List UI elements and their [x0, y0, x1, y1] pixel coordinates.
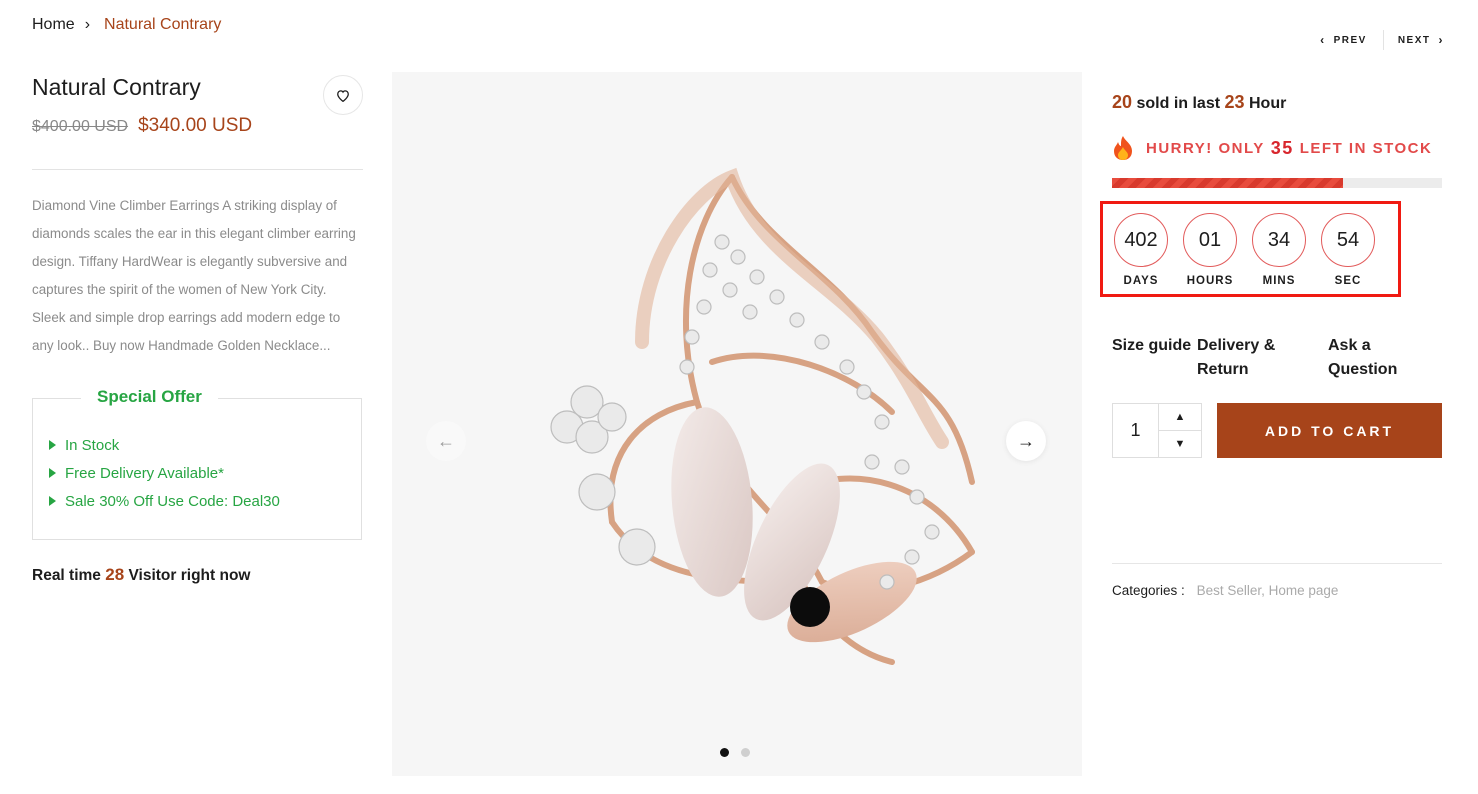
price-block: $400.00 USD $340.00 USD	[32, 115, 363, 137]
ask-question-link[interactable]: Ask a Question	[1328, 334, 1438, 382]
category-link-best-seller[interactable]: Best Seller,	[1197, 583, 1265, 598]
offer-item: Free Delivery Available*	[49, 459, 280, 487]
sale-price: $340.00 USD	[138, 115, 253, 136]
add-to-cart-button[interactable]: ADD TO CART	[1217, 403, 1442, 458]
countdown-value: 01	[1183, 213, 1237, 267]
fire-icon	[1114, 136, 1132, 160]
offer-item-label: In Stock	[65, 436, 120, 454]
divider	[32, 169, 363, 170]
visitors-prefix: Real time	[32, 567, 101, 584]
sold-text: sold in last	[1136, 95, 1221, 112]
countdown-label: DAYS	[1123, 275, 1159, 287]
caret-up-icon: ▲	[1174, 411, 1186, 423]
countdown-days: 402 DAYS	[1114, 213, 1168, 294]
special-offer-box: Special Offer In Stock Free Delivery Ava…	[32, 387, 362, 540]
product-pager: ‹ PREV NEXT ›	[1320, 30, 1444, 50]
purchase-panel: 20 sold in last 23 Hour HURRY! ONLY 35 L…	[1112, 92, 1442, 188]
offer-item-label: Sale 30% Off Use Code: Deal30	[65, 492, 280, 510]
gallery-dot-2[interactable]	[741, 748, 750, 757]
categories-label: Categories :	[1112, 583, 1185, 598]
sold-counter: 20 sold in last 23 Hour	[1112, 92, 1442, 113]
countdown-timer: 402 DAYS 01 HOURS 34 MINS 54 SEC	[1100, 201, 1401, 297]
triangle-right-icon	[49, 468, 56, 478]
chevron-right-icon: ›	[84, 16, 91, 33]
countdown-hours: 01 HOURS	[1183, 213, 1237, 294]
stock-prefix: HURRY! ONLY	[1146, 139, 1265, 157]
gallery-prev-button[interactable]: ←	[426, 421, 466, 461]
delivery-return-link[interactable]: Delivery & Return	[1197, 334, 1328, 382]
visitors-suffix: Visitor right now	[128, 567, 251, 584]
quantity-stepper: 1 ▲ ▼	[1112, 403, 1202, 458]
stock-count: 35	[1270, 137, 1294, 158]
next-product-link[interactable]: NEXT ›	[1398, 33, 1444, 47]
prev-product-link[interactable]: ‹ PREV	[1320, 33, 1367, 47]
prev-label: PREV	[1333, 34, 1367, 46]
realtime-visitors: Real time 28 Visitor right now	[32, 565, 363, 585]
sold-hours: 23	[1224, 92, 1245, 112]
countdown-secs: 54 SEC	[1321, 213, 1375, 294]
gallery-next-button[interactable]: →	[1006, 421, 1046, 461]
special-offer-list: In Stock Free Delivery Available* Sale 3…	[49, 431, 280, 515]
hour-text: Hour	[1249, 95, 1287, 112]
size-guide-link[interactable]: Size guide	[1112, 334, 1197, 382]
arrow-left-icon: ←	[437, 430, 455, 451]
offer-item: Sale 30% Off Use Code: Deal30	[49, 487, 280, 515]
product-description: Diamond Vine Climber Earrings A striking…	[32, 198, 356, 353]
visitors-count: 28	[105, 565, 125, 584]
compare-price: $400.00 USD	[32, 118, 129, 135]
categories: Categories : Best Seller, Home page	[1112, 583, 1338, 598]
heart-icon	[337, 89, 349, 102]
quantity-increase-button[interactable]: ▲	[1159, 404, 1201, 431]
chevron-left-icon: ‹	[1320, 33, 1326, 47]
countdown-label: MINS	[1262, 275, 1296, 287]
caret-down-icon: ▼	[1174, 438, 1186, 450]
stock-progress-fill	[1112, 178, 1343, 188]
triangle-right-icon	[49, 496, 56, 506]
product-info: Natural Contrary $400.00 USD $340.00 USD…	[32, 70, 363, 585]
gallery-pagination	[720, 748, 750, 757]
stock-progress-bar	[1112, 178, 1442, 188]
special-offer-title: Special Offer	[81, 387, 218, 407]
breadcrumb-home-link[interactable]: Home	[32, 16, 75, 34]
product-links: Size guide Delivery & Return Ask a Quest…	[1112, 334, 1438, 382]
countdown-value: 34	[1252, 213, 1306, 267]
chevron-right-icon: ›	[1438, 33, 1444, 47]
countdown-value: 402	[1114, 213, 1168, 267]
countdown-label: SEC	[1334, 275, 1362, 287]
gallery-dot-1[interactable]	[720, 748, 729, 757]
category-link-home-page[interactable]: Home page	[1269, 583, 1339, 598]
breadcrumb-current: Natural Contrary	[104, 16, 222, 33]
next-label: NEXT	[1397, 34, 1431, 46]
wishlist-button[interactable]	[323, 75, 363, 115]
quantity-decrease-button[interactable]: ▼	[1159, 431, 1201, 457]
offer-item: In Stock	[49, 431, 280, 459]
offer-item-label: Free Delivery Available*	[65, 464, 224, 482]
product-title: Natural Contrary	[32, 74, 201, 100]
sold-count: 20	[1112, 92, 1133, 112]
product-gallery: ← →	[392, 72, 1082, 776]
countdown-label: HOURS	[1186, 275, 1234, 287]
pager-divider	[1382, 30, 1384, 50]
quantity-input[interactable]: 1	[1113, 404, 1159, 457]
quantity-steps: ▲ ▼	[1159, 404, 1201, 457]
arrow-right-icon: →	[1017, 430, 1035, 451]
triangle-right-icon	[49, 440, 56, 450]
stock-suffix: LEFT IN STOCK	[1299, 139, 1433, 157]
countdown-value: 54	[1321, 213, 1375, 267]
breadcrumb: Home › Natural Contrary	[32, 16, 221, 34]
product-image	[550, 167, 975, 665]
low-stock-notice: HURRY! ONLY 35 LEFT IN STOCK	[1112, 135, 1442, 161]
divider	[1112, 563, 1442, 564]
countdown-mins: 34 MINS	[1252, 213, 1306, 294]
